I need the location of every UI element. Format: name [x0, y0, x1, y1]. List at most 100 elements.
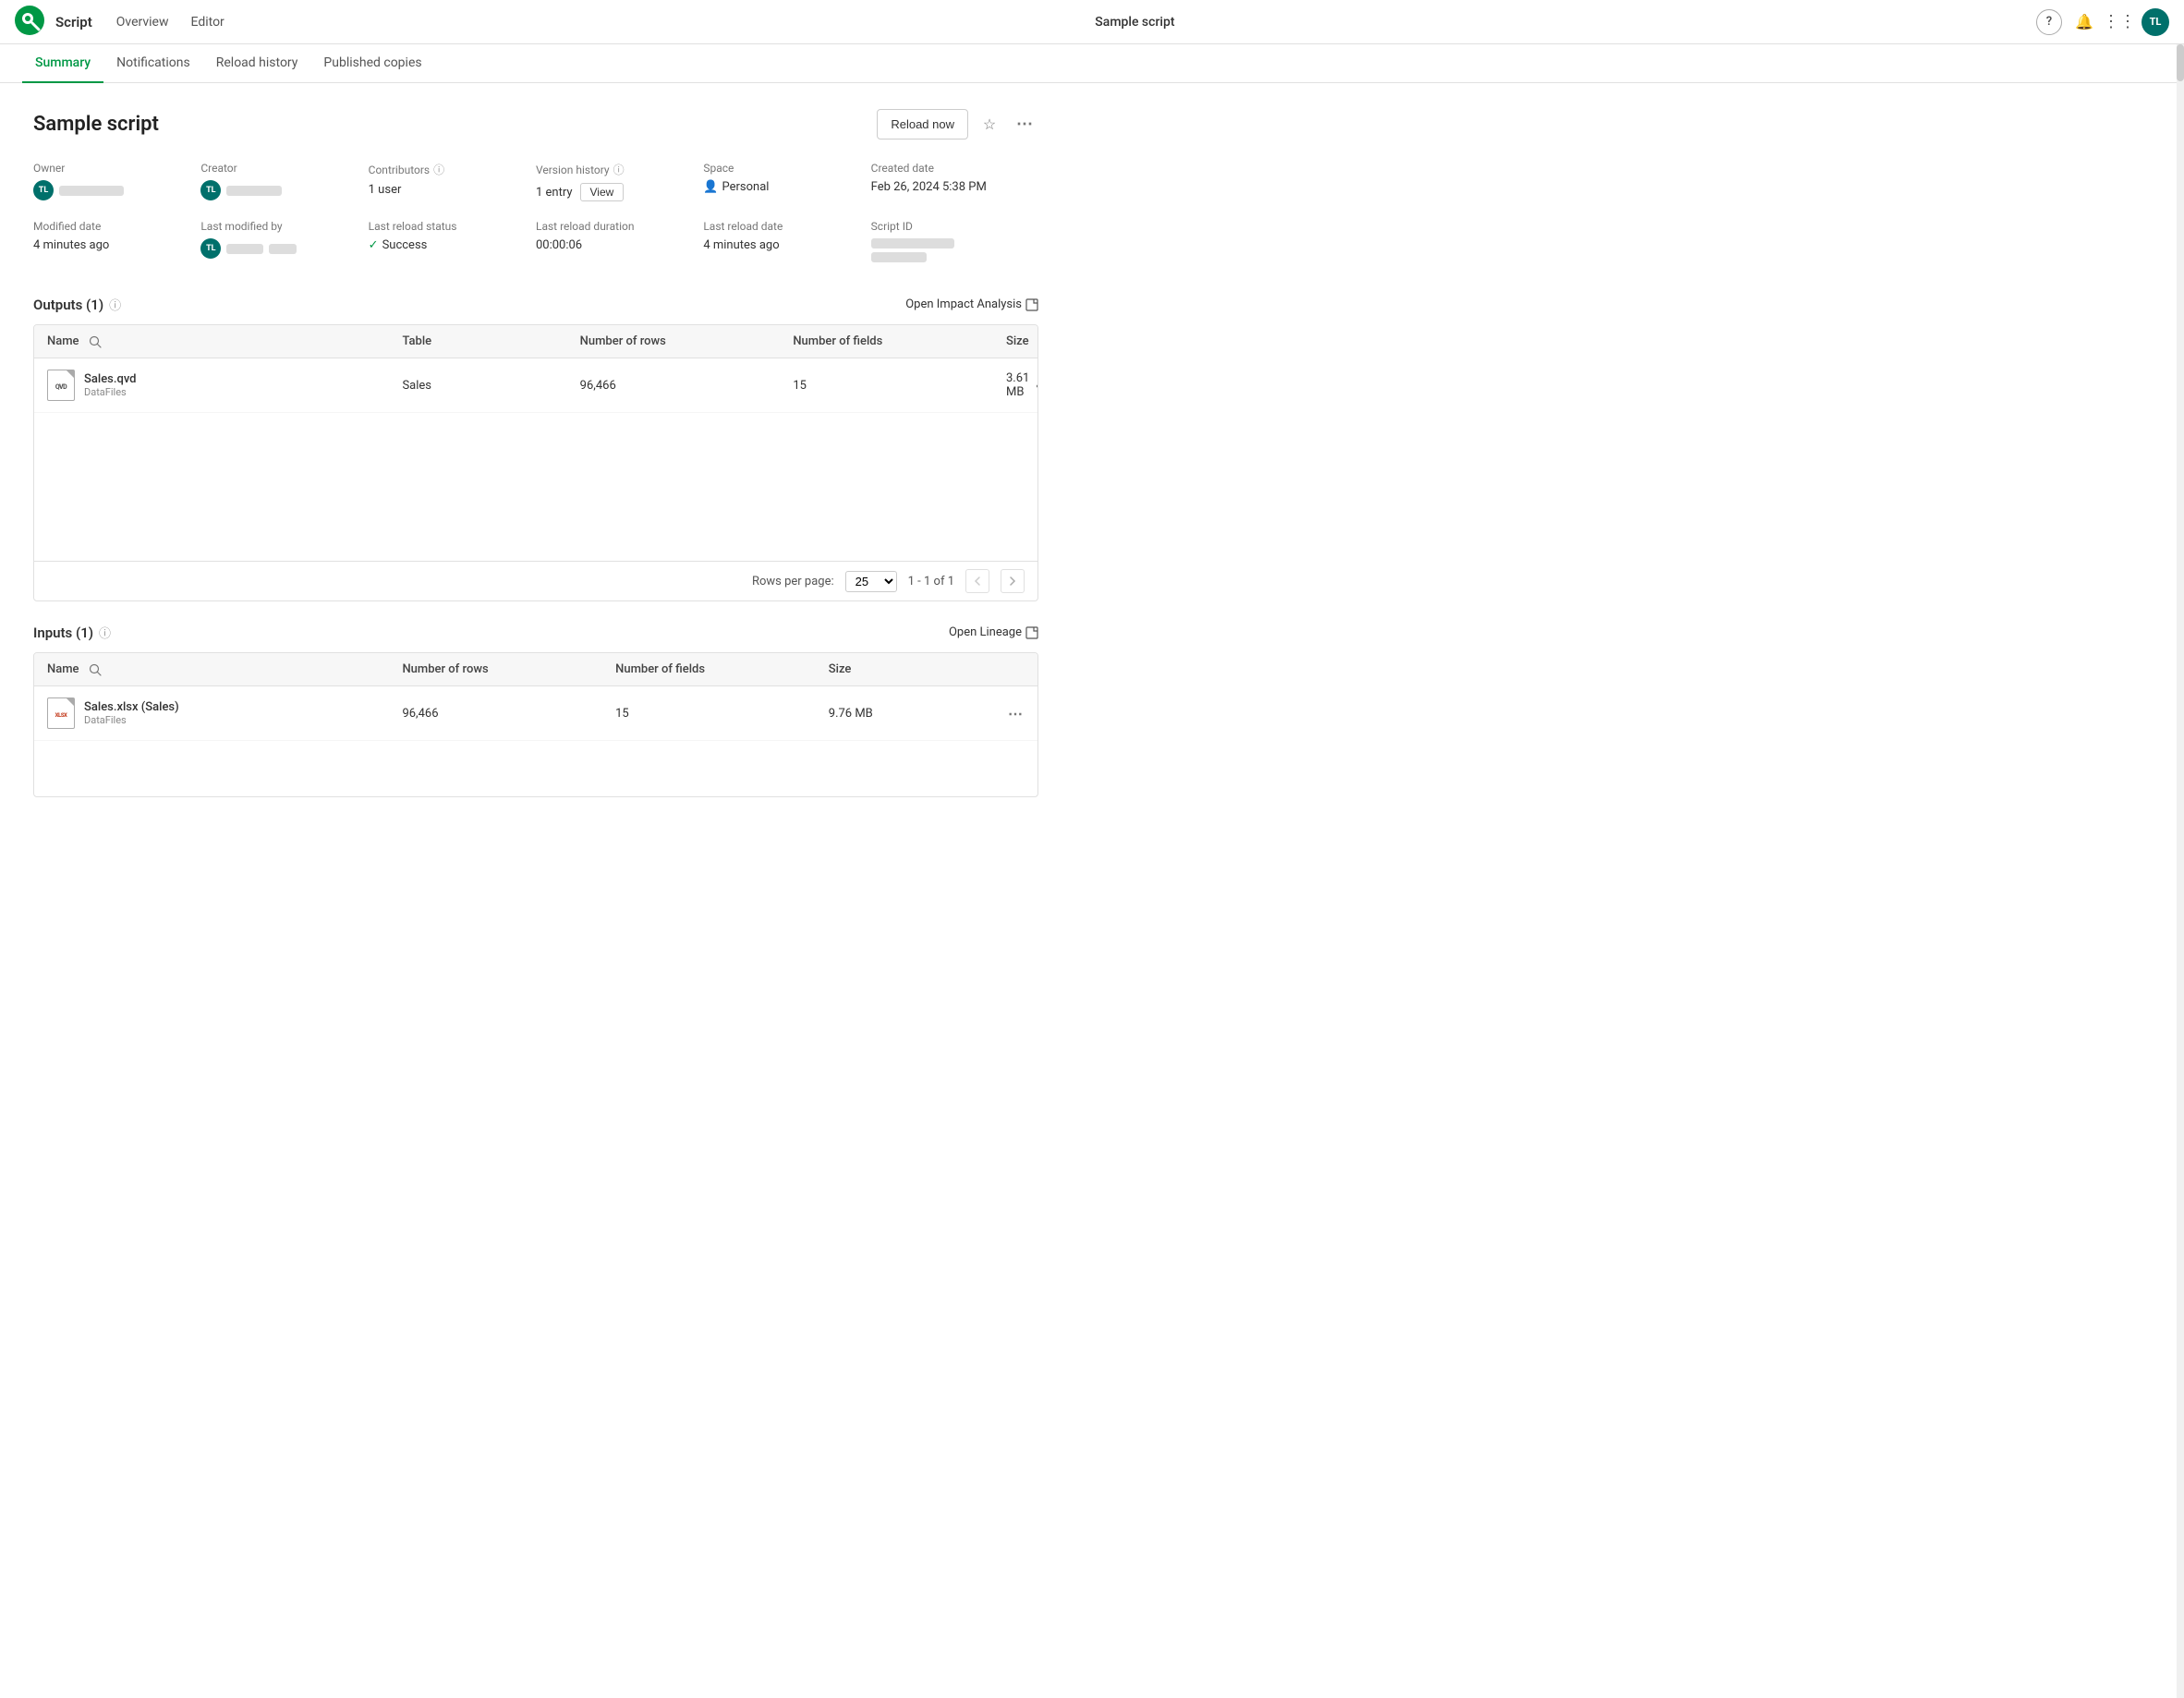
nav-right-icons: ? 🔔 ⋮⋮ TL [2036, 8, 2169, 36]
reload-now-button[interactable]: Reload now [877, 109, 968, 139]
outputs-title: Outputs (1) [33, 297, 103, 313]
meta-contributors-label: Contributors [369, 164, 430, 176]
reload-status-value: Success [382, 238, 428, 252]
meta-creator: Creator TL [200, 162, 368, 201]
scrollbar[interactable] [2177, 44, 2184, 1698]
star-icon[interactable]: ☆ [976, 111, 1003, 139]
meta-reload-status-label: Last reload status [369, 220, 536, 233]
table-footer: Rows per page: 25 50 100 1 - 1 of 1 [34, 561, 1037, 600]
header-actions: Reload now ☆ ⋯ [877, 109, 1038, 139]
reload-date-value: 4 minutes ago [703, 238, 870, 252]
meta-created-date: Created date Feb 26, 2024 5:38 PM [871, 162, 1038, 201]
meta-reload-date-label: Last reload date [703, 220, 870, 233]
th-input-num-rows: Number of rows [389, 653, 602, 685]
meta-owner: Owner TL [33, 162, 200, 201]
th-table: Table [389, 325, 566, 358]
outputs-info-icon[interactable]: ⓘ [109, 296, 121, 313]
inputs-table: Name Number of rows Number of fields Siz… [33, 652, 1038, 797]
top-nav: Script Overview Editor Sample script ? 🔔… [0, 0, 2184, 44]
th-input-name: Name [34, 653, 389, 685]
table-row: QVD Sales.qvd DataFiles Sales 96,466 15 … [34, 358, 1037, 413]
meta-version-label: Version history [536, 164, 610, 176]
page-title: Sample script [33, 113, 159, 136]
meta-created-label: Created date [871, 162, 1038, 175]
tab-notifications[interactable]: Notifications [103, 44, 203, 83]
th-size: Size [993, 325, 1037, 358]
nav-overview[interactable]: Overview [107, 11, 178, 33]
tab-reload-history[interactable]: Reload history [203, 44, 311, 83]
meta-modified-label: Modified date [33, 220, 200, 233]
tab-summary[interactable]: Summary [22, 44, 103, 83]
more-options-icon[interactable]: ⋯ [1011, 111, 1038, 139]
grid-icon[interactable]: ⋮⋮ [2106, 9, 2132, 35]
open-lineage[interactable]: Open Lineage [949, 625, 1038, 639]
file-icon-xlsx: XLSX [47, 697, 75, 729]
view-button[interactable]: View [580, 183, 625, 201]
outputs-table: Name Table Number of rows Number of fiel… [33, 324, 1038, 601]
bell-icon[interactable]: 🔔 [2071, 9, 2097, 35]
pagination-info: 1 - 1 of 1 [908, 575, 954, 588]
tab-published-copies[interactable]: Published copies [310, 44, 434, 83]
modified-date-value: 4 minutes ago [33, 238, 200, 252]
th-name: Name [34, 325, 389, 358]
td-input-num-rows: 96,466 [389, 686, 602, 740]
rows-per-page-select[interactable]: 25 50 100 [845, 571, 897, 592]
user-avatar[interactable]: TL [2142, 8, 2169, 36]
input-file-location: DataFiles [84, 714, 179, 726]
outputs-section: Outputs (1) ⓘ Open Impact Analysis Name [33, 296, 1038, 601]
space-value: Personal [722, 180, 770, 194]
inputs-title: Inputs (1) [33, 625, 93, 641]
meta-script-id: Script ID [871, 220, 1038, 262]
file-location: DataFiles [84, 386, 137, 398]
meta-version-history: Version history ⓘ 1 entry View [536, 162, 703, 201]
meta-script-id-label: Script ID [871, 220, 1038, 233]
input-search-icon[interactable] [89, 663, 102, 676]
qlik-logo[interactable] [15, 6, 44, 39]
nav-center-title: Sample script [245, 15, 2025, 30]
app-name: Script [55, 14, 92, 30]
outputs-table-header: Name Table Number of rows Number of fiel… [34, 325, 1037, 358]
td-input-actions[interactable]: ⋯ [993, 686, 1037, 740]
outputs-section-header: Outputs (1) ⓘ Open Impact Analysis [33, 296, 1038, 313]
row-more-options[interactable]: ⋯ [1029, 377, 1038, 394]
td-size: 3.61 MB ⋯ [993, 358, 1037, 412]
owner-avatar: TL [33, 180, 54, 200]
meta-space-label: Space [703, 162, 870, 175]
td-input-file: XLSX Sales.xlsx (Sales) DataFiles [34, 686, 389, 740]
next-page-button[interactable] [1001, 569, 1025, 593]
td-table-name: Sales [389, 358, 566, 412]
meta-reload-duration-label: Last reload duration [536, 220, 703, 233]
help-icon[interactable]: ? [2036, 9, 2062, 35]
nav-editor[interactable]: Editor [182, 11, 234, 33]
reload-duration-value: 00:00:06 [536, 238, 703, 252]
th-input-actions [993, 653, 1037, 685]
open-impact-analysis[interactable]: Open Impact Analysis [905, 297, 1038, 311]
meta-reload-status: Last reload status ✓ Success [369, 220, 536, 262]
meta-info-grid: Owner TL Creator TL Contributors ⓘ 1 use… [33, 162, 1038, 262]
th-num-fields: Number of fields [780, 325, 993, 358]
input-file-name: Sales.xlsx (Sales) [84, 700, 179, 714]
meta-reload-duration: Last reload duration 00:00:06 [536, 220, 703, 262]
search-icon[interactable] [89, 335, 102, 348]
meta-owner-label: Owner [33, 162, 200, 175]
prev-page-button[interactable] [965, 569, 989, 593]
contributors-value: 1 user [369, 183, 536, 197]
th-input-num-fields: Number of fields [602, 653, 816, 685]
inputs-table-header: Name Number of rows Number of fields Siz… [34, 653, 1037, 686]
th-num-rows: Number of rows [567, 325, 781, 358]
meta-space: Space 👤 Personal [703, 162, 870, 201]
created-date-value: Feb 26, 2024 5:38 PM [871, 180, 1038, 194]
meta-creator-label: Creator [200, 162, 368, 175]
inputs-section: Inputs (1) ⓘ Open Lineage Name [33, 624, 1038, 797]
td-num-rows: 96,466 [567, 358, 781, 412]
version-info-icon[interactable]: ⓘ [613, 162, 625, 177]
inputs-info-icon[interactable]: ⓘ [99, 624, 111, 641]
version-value: 1 entry [536, 186, 573, 200]
file-icon-qvd: QVD [47, 370, 75, 401]
file-name: Sales.qvd [84, 372, 137, 386]
contributors-info-icon[interactable]: ⓘ [433, 162, 444, 177]
th-input-size: Size [816, 653, 993, 685]
meta-modified-date: Modified date 4 minutes ago [33, 220, 200, 262]
meta-owner-value: TL [33, 180, 200, 200]
td-num-fields: 15 [780, 358, 993, 412]
